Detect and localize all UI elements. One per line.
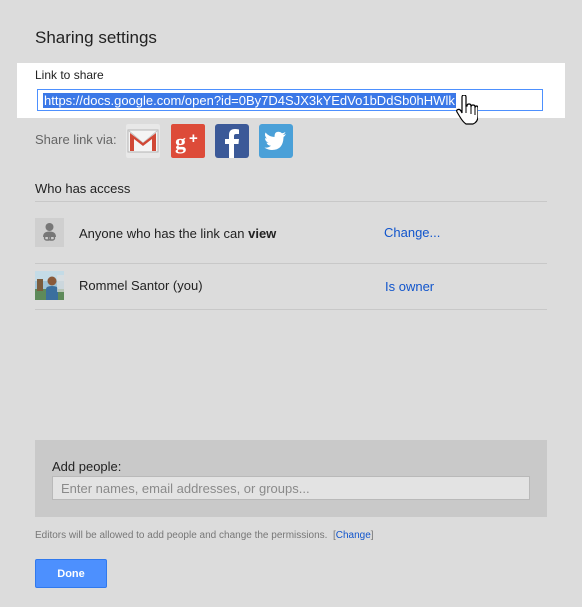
link-access-text: Anyone who has the link can view	[79, 226, 276, 241]
link-avatar	[35, 218, 64, 247]
person-link-icon	[43, 223, 56, 241]
divider	[35, 309, 547, 310]
share-via-label: Share link via:	[35, 132, 117, 147]
dialog-title: Sharing settings	[35, 28, 157, 47]
twitter-icon[interactable]	[259, 124, 293, 158]
editors-note: Editors will be allowed to add people an…	[35, 530, 374, 541]
who-has-access-title: Who has access	[35, 181, 131, 196]
gmail-icon[interactable]	[126, 124, 160, 158]
divider	[35, 201, 547, 202]
change-access-link[interactable]: Change...	[384, 225, 440, 240]
owner-avatar	[35, 271, 64, 300]
add-people-panel: Add people:	[35, 440, 547, 517]
link-share-url[interactable]: https://docs.google.com/open?id=0By7D4SJ…	[43, 93, 456, 108]
add-people-input[interactable]	[52, 476, 530, 500]
add-people-label: Add people:	[52, 459, 122, 474]
link-share-label: Link to share	[35, 68, 104, 82]
svg-text:+: +	[189, 130, 198, 147]
divider	[35, 263, 547, 264]
editors-note-text: Editors will be allowed to add people an…	[35, 530, 328, 541]
editors-change-link[interactable]: Change	[336, 530, 371, 541]
svg-text:g: g	[175, 129, 186, 154]
owner-role: Is owner	[385, 279, 435, 294]
link-access-prefix: Anyone who has the link can	[79, 226, 249, 241]
facebook-icon[interactable]	[215, 124, 249, 158]
bracket: ]	[370, 530, 374, 541]
link-access-level: view	[248, 226, 277, 241]
link-share-panel: Link to share https://docs.google.com/op…	[17, 63, 565, 118]
done-button[interactable]: Done	[35, 559, 107, 588]
hand-cursor-icon	[456, 95, 478, 125]
owner-name: Rommel Santor (you)	[79, 278, 203, 293]
google-plus-icon[interactable]: g +	[171, 124, 205, 158]
